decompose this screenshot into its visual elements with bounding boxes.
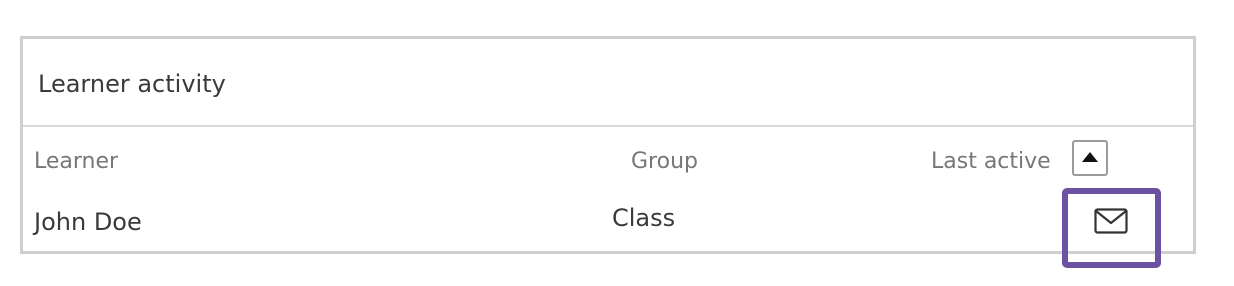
panel-header: Learner activity <box>23 39 1193 127</box>
column-header-learner: Learner <box>34 149 119 174</box>
column-header-last-active: Last active <box>931 149 1051 174</box>
group-cell: Class <box>612 204 676 232</box>
message-learner-button[interactable] <box>1086 200 1136 242</box>
panel-title: Learner activity <box>38 70 226 98</box>
learner-name-cell: John Doe <box>34 208 142 236</box>
caret-up-icon <box>1082 152 1098 162</box>
envelope-icon <box>1094 208 1128 234</box>
column-header-group: Group <box>631 149 698 174</box>
learner-activity-panel: Learner activity Learner Group Last acti… <box>20 36 1196 254</box>
sort-last-active-button[interactable] <box>1072 140 1108 176</box>
